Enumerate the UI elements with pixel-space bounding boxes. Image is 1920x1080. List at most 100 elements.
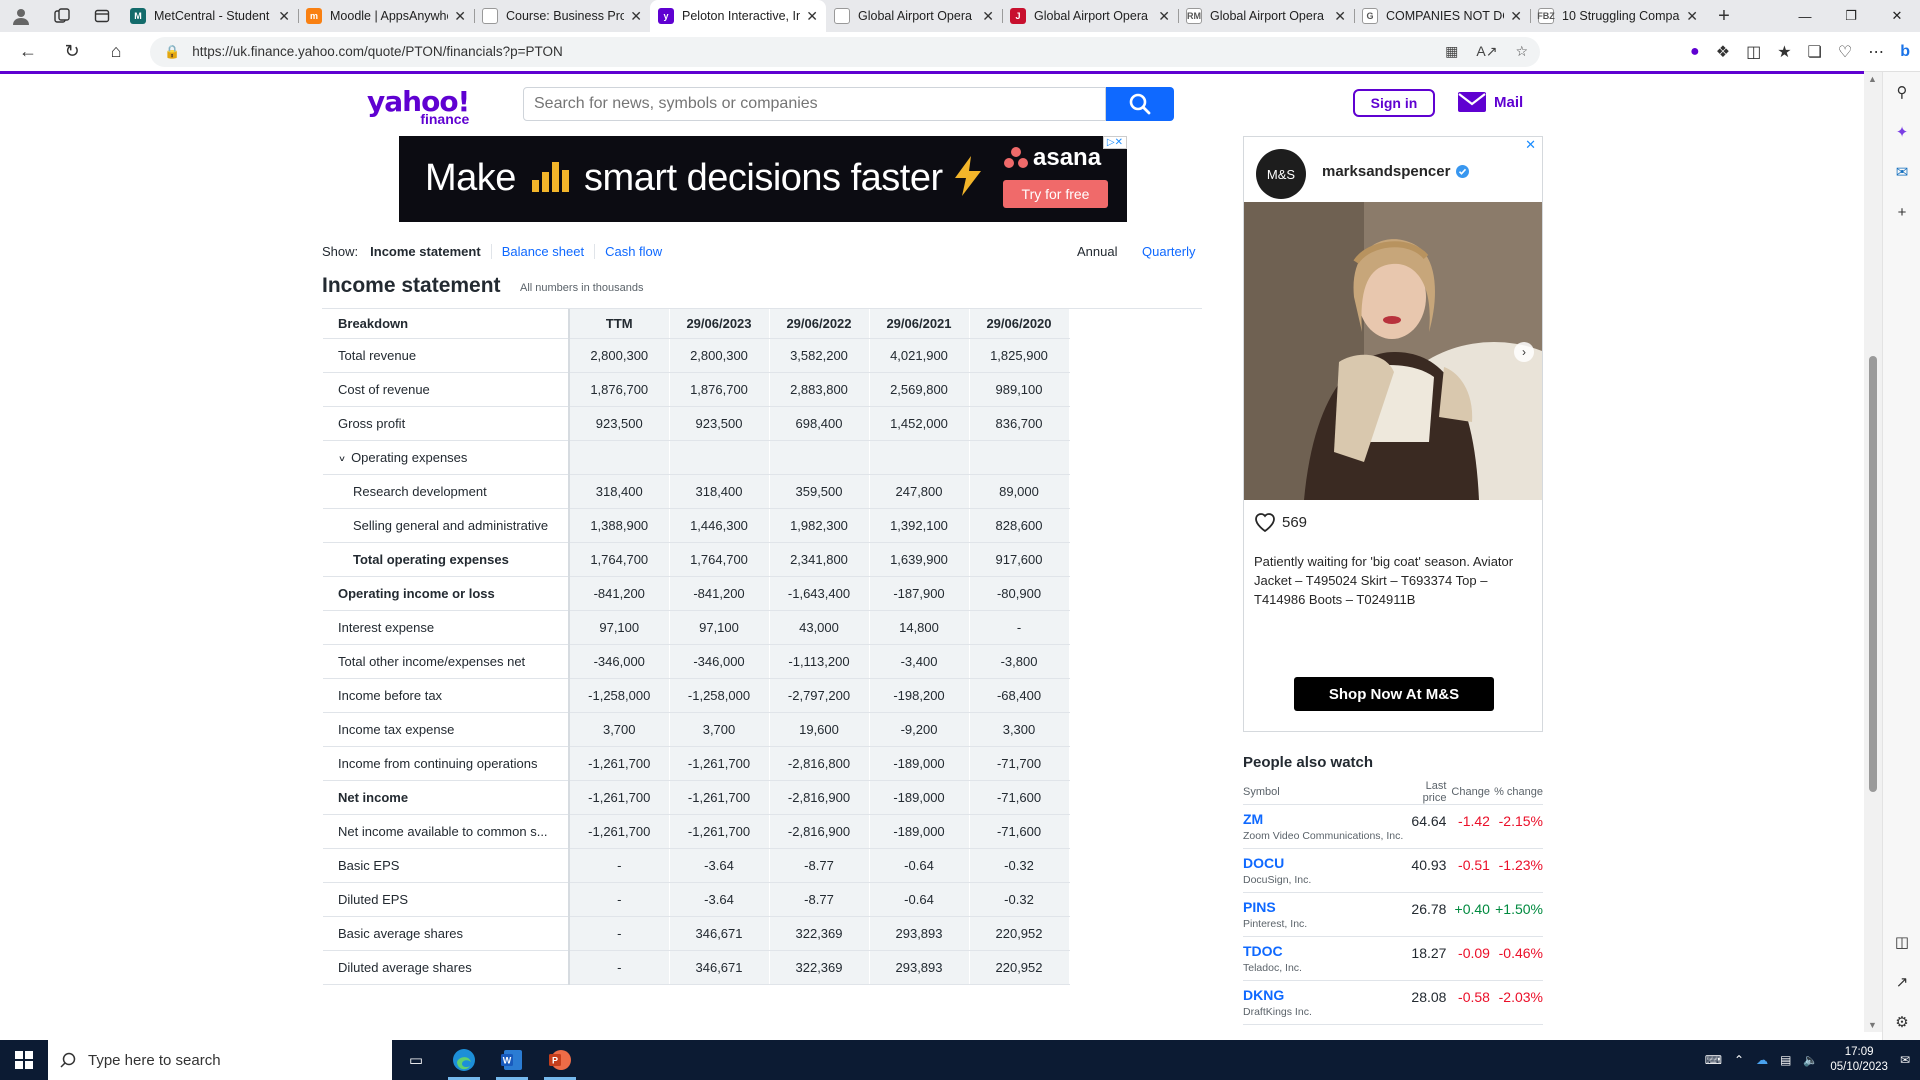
table-cell: 2,800,300: [669, 338, 770, 373]
close-tab-icon[interactable]: ✕: [982, 8, 994, 25]
browser-tab[interactable]: M MetCentral - Student ✕: [122, 0, 298, 32]
taskbar-clock[interactable]: 17:09 05/10/2023: [1830, 1045, 1888, 1075]
ticker-symbol-link[interactable]: ZM: [1243, 811, 1403, 827]
extension-icon[interactable]: ●: [1690, 43, 1700, 61]
watch-row[interactable]: DKNG DraftKings Inc. 28.08 -0.58 -2.03%: [1243, 980, 1543, 1025]
more-menu-icon[interactable]: ⋯: [1868, 42, 1884, 62]
back-button[interactable]: ←: [6, 32, 50, 72]
volume-icon[interactable]: 🔈: [1803, 1053, 1818, 1067]
ticker-symbol-link[interactable]: DOCU: [1243, 855, 1403, 871]
adchoices-icon[interactable]: ▷✕: [1102, 136, 1127, 149]
table-cell: -0.64: [869, 848, 970, 883]
notifications-icon[interactable]: ✉: [1900, 1053, 1910, 1067]
site-info-icon[interactable]: 🔒: [164, 44, 180, 60]
ad-cta-button[interactable]: Try for free: [1003, 180, 1108, 208]
browser-tab[interactable]: G COMPANIES NOT DO ✕: [1354, 0, 1530, 32]
browser-essentials-icon[interactable]: ♡: [1838, 42, 1852, 62]
browser-tab[interactable]: RM Global Airport Opera ✕: [1178, 0, 1354, 32]
row-label[interactable]: ∨ Operating expenses: [323, 440, 570, 475]
table-cell: 3,700: [669, 712, 770, 747]
mail-link[interactable]: Mail: [1458, 92, 1523, 112]
ticker-symbol-link[interactable]: DKNG: [1243, 987, 1403, 1003]
heart-icon[interactable]: [1254, 512, 1276, 532]
period-quarterly-button[interactable]: Quarterly: [1142, 244, 1195, 259]
marks-and-spencer-ad[interactable]: ✕ M&S marksandspencer › 569 Patiently wa…: [1243, 136, 1543, 732]
refresh-button[interactable]: ↻: [50, 32, 94, 72]
ticker-symbol-link[interactable]: PINS: [1243, 899, 1403, 915]
sidebar-search-icon[interactable]: ⚲: [1883, 72, 1920, 112]
search-button[interactable]: [1106, 87, 1174, 121]
close-tab-icon[interactable]: ✕: [806, 8, 818, 25]
watch-row[interactable]: ZM Zoom Video Communications, Inc. 64.64 -1…: [1243, 804, 1543, 849]
ad-account-handle[interactable]: marksandspencer: [1322, 163, 1470, 180]
collections-icon[interactable]: ❏: [1808, 42, 1822, 62]
browser-tab[interactable]: J Global Airport Opera ✕: [1002, 0, 1178, 32]
paw-header-row: Symbol Last price Change % change: [1243, 780, 1543, 805]
copilot-icon[interactable]: b: [1900, 43, 1910, 61]
app-available-icon[interactable]: ▦: [1445, 43, 1458, 60]
browser-tab[interactable]: Global Airport Opera ✕: [826, 0, 1002, 32]
tab-cash-flow[interactable]: Cash flow: [594, 243, 672, 259]
show-hidden-icons[interactable]: ⌃: [1734, 1053, 1744, 1067]
home-button[interactable]: ⌂: [94, 32, 138, 72]
watch-row[interactable]: TDOC Teladoc, Inc. 18.27 -0.09 -0.46%: [1243, 936, 1543, 981]
close-tab-icon[interactable]: ✕: [278, 8, 290, 25]
favorite-star-icon[interactable]: ☆: [1515, 43, 1528, 60]
close-tab-icon[interactable]: ✕: [1510, 8, 1522, 25]
split-screen-icon[interactable]: ◫: [1746, 42, 1761, 62]
shop-now-button[interactable]: Shop Now At M&S: [1294, 677, 1494, 711]
ticker-symbol-link[interactable]: TDOC: [1243, 943, 1403, 959]
sidebar-copilot-icon[interactable]: ✦: [1883, 112, 1920, 152]
browser-tab[interactable]: y Peloton Interactive, In ✕: [650, 0, 826, 32]
favorites-icon[interactable]: ★: [1777, 42, 1791, 62]
scroll-up-icon[interactable]: ▲: [1868, 74, 1877, 84]
task-view-icon[interactable]: ▭: [392, 1040, 440, 1080]
sidebar-external-icon[interactable]: ↗: [1883, 962, 1920, 1002]
restore-button[interactable]: ❐: [1828, 0, 1874, 32]
minimize-button[interactable]: —: [1782, 0, 1828, 32]
close-tab-icon[interactable]: ✕: [630, 8, 642, 25]
yahoo-finance-logo[interactable]: yahoo! finance: [367, 88, 470, 127]
tab-income-statement[interactable]: Income statement: [370, 244, 481, 259]
watch-row[interactable]: PINS Pinterest, Inc. 26.78 +0.40 +1.50%: [1243, 892, 1543, 937]
workspaces-icon[interactable]: [42, 0, 82, 32]
carousel-next-icon[interactable]: ›: [1514, 342, 1534, 362]
extensions-icon[interactable]: ❖: [1716, 42, 1730, 62]
tab-actions-icon[interactable]: [82, 0, 122, 32]
close-tab-icon[interactable]: ✕: [1158, 8, 1170, 25]
sidebar-outlook-icon[interactable]: ✉: [1883, 152, 1920, 192]
scrollbar-thumb[interactable]: [1869, 356, 1877, 792]
sidebar-toggle-icon[interactable]: ◫: [1883, 922, 1920, 962]
new-tab-button[interactable]: +: [1706, 5, 1742, 28]
browser-tab[interactable]: m Moodle | AppsAnywhere ✕: [298, 0, 474, 32]
close-tab-icon[interactable]: ✕: [454, 8, 466, 25]
word-taskbar-icon[interactable]: W: [488, 1040, 536, 1080]
keyboard-icon[interactable]: ⌨: [1705, 1053, 1722, 1067]
scroll-down-icon[interactable]: ▼: [1868, 1020, 1877, 1030]
sidebar-add-icon[interactable]: +: [1883, 192, 1920, 232]
onedrive-icon[interactable]: ☁: [1756, 1053, 1768, 1067]
edge-taskbar-icon[interactable]: [440, 1040, 488, 1080]
taskbar-search[interactable]: Type here to search: [48, 1040, 392, 1080]
period-annual-button[interactable]: Annual: [1077, 244, 1117, 259]
close-window-button[interactable]: ✕: [1874, 0, 1920, 32]
start-button[interactable]: [0, 1040, 48, 1080]
watch-row[interactable]: DOCU DocuSign, Inc. 40.93 -0.51 -1.23%: [1243, 848, 1543, 893]
quote-search-input[interactable]: [523, 87, 1106, 121]
sign-in-button[interactable]: Sign in: [1353, 89, 1435, 117]
close-tab-icon[interactable]: ✕: [1334, 8, 1346, 25]
sidebar-settings-icon[interactable]: ⚙: [1883, 1002, 1920, 1042]
browser-tab[interactable]: FBZ 10 Struggling Compa ✕: [1530, 0, 1706, 32]
url-field[interactable]: 🔒 https://uk.finance.yahoo.com/quote/PTO…: [150, 36, 1540, 67]
asana-ad-banner[interactable]: Make smart decisions faster asana Try fo…: [399, 136, 1127, 222]
read-aloud-icon[interactable]: A↗: [1476, 43, 1497, 60]
chevron-down-icon[interactable]: ∨: [338, 453, 346, 462]
tab-balance-sheet[interactable]: Balance sheet: [490, 243, 594, 259]
browser-tab[interactable]: Course: Business Pro ✕: [474, 0, 650, 32]
close-tab-icon[interactable]: ✕: [1686, 8, 1698, 25]
page-scrollbar[interactable]: ▲ ▼: [1864, 72, 1882, 1032]
profile-icon[interactable]: [0, 0, 42, 32]
powerpoint-taskbar-icon[interactable]: P: [536, 1040, 584, 1080]
close-ad-icon[interactable]: ✕: [1525, 137, 1536, 153]
network-icon[interactable]: ▤: [1780, 1053, 1791, 1067]
